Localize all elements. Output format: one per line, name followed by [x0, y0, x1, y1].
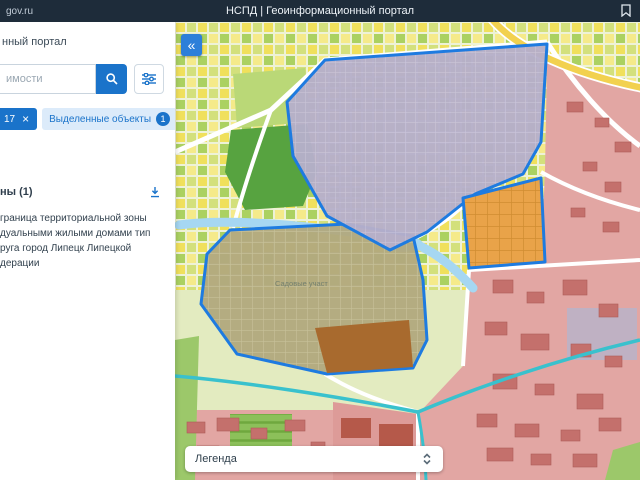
search-button[interactable]	[96, 64, 127, 94]
screen: gov.ru НСПД | Геоинформационный портал н…	[0, 0, 640, 480]
close-icon[interactable]: ×	[22, 113, 29, 125]
tab-search-results[interactable]: 17 ×	[0, 108, 38, 130]
results-group-title: ны (1)	[0, 186, 33, 198]
result-line: дерации	[0, 258, 40, 269]
selected-count-badge: 1	[156, 112, 171, 126]
topbar: gov.ru НСПД | Геоинформационный портал	[0, 0, 640, 22]
search-input[interactable]	[0, 64, 96, 94]
map-image[interactable]: Садовые участ	[175, 22, 640, 480]
result-line: граница территориальной зоны	[0, 213, 147, 224]
map-canvas[interactable]: Садовые участ « Легенда	[175, 22, 640, 480]
app-title: НСПД | Геоинформационный портал	[225, 5, 415, 17]
bookmark-icon[interactable]	[621, 4, 631, 18]
portal-title: нный портал	[2, 36, 67, 48]
search-bar	[0, 64, 175, 94]
result-item[interactable]: граница территориальной зоны дуальными ж…	[0, 211, 175, 271]
gov-ru-brand[interactable]: gov.ru	[6, 6, 33, 17]
download-icon[interactable]	[149, 186, 161, 198]
map-area-label: Садовые участ	[275, 279, 328, 288]
collapse-sidebar-button[interactable]: «	[181, 34, 202, 56]
results-group-header: ны (1)	[0, 186, 161, 198]
chevron-updown-icon[interactable]	[421, 452, 433, 466]
result-line: руга город Липецк Липецкой	[0, 243, 132, 254]
bare-soil-area	[315, 320, 413, 373]
tab-selected-objects[interactable]: Выделенные объекты 1 ×	[42, 108, 175, 130]
tab-search-results-label: 17	[4, 113, 16, 125]
tab-selected-objects-label: Выделенные объекты	[49, 113, 152, 125]
search-icon	[105, 72, 119, 86]
sidebar: нный портал 17 × Выделенные объекты 1	[0, 22, 175, 480]
tabs: 17 × Выделенные объекты 1 ×	[0, 108, 175, 130]
legend-label: Легенда	[195, 453, 237, 465]
filter-button[interactable]	[134, 64, 164, 94]
legend-bar[interactable]: Легенда	[185, 446, 443, 472]
result-line: дуальными жилыми домами тип	[0, 228, 151, 239]
filter-sliders-icon	[142, 72, 156, 86]
